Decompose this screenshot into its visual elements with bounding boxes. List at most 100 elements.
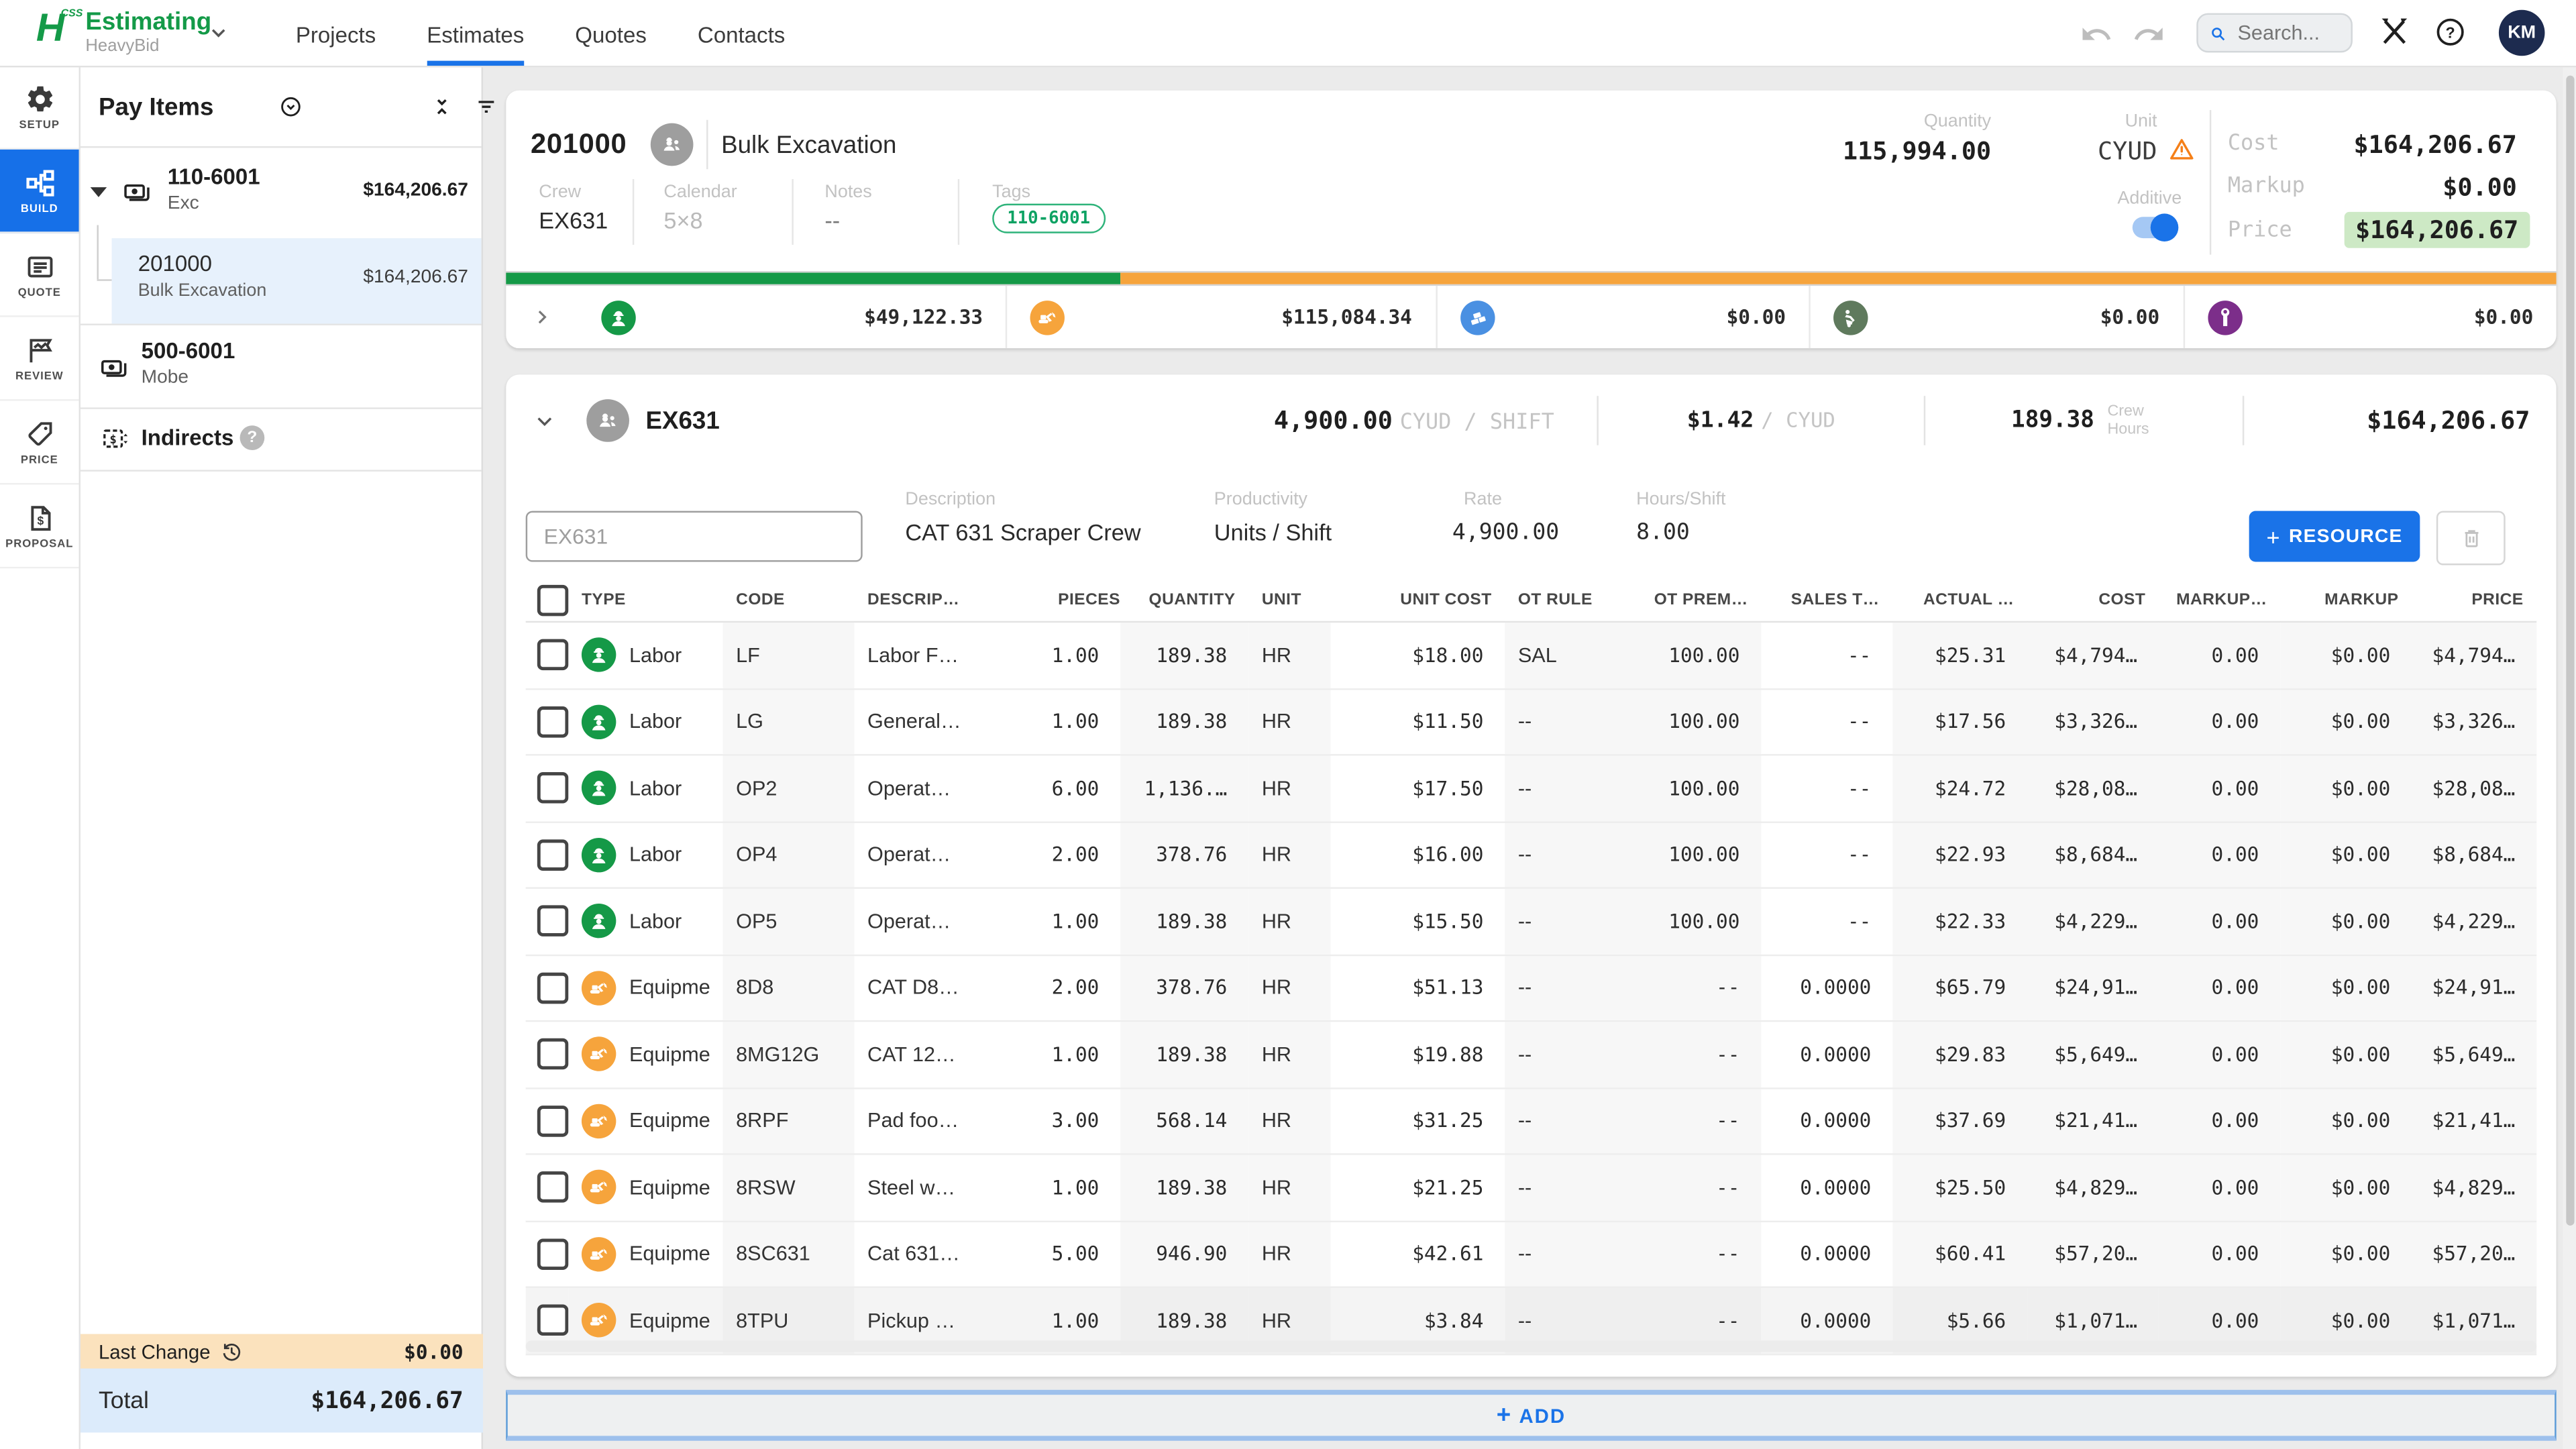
cell-unit_cost[interactable]: $51.13: [1331, 955, 1505, 1020]
cell-type[interactable]: Equipme: [568, 1155, 722, 1220]
cell-ot_prem[interactable]: 100.00: [1610, 623, 1761, 688]
row-checkbox[interactable]: [537, 1305, 569, 1336]
crew-unit-cost[interactable]: $1.42 / CYUD: [1599, 406, 1924, 435]
cell-qty[interactable]: 1,136.…: [1120, 756, 1248, 821]
cell-pieces[interactable]: 1.00: [1045, 689, 1121, 754]
crew-hours[interactable]: 189.38 Crew Hours: [1925, 402, 2243, 439]
cell-unit_cost[interactable]: $17.50: [1331, 756, 1505, 821]
quantity-value[interactable]: 115,994.00: [1662, 136, 1991, 166]
cell-price[interactable]: $4,829…: [2412, 1155, 2536, 1220]
rail-item-quote[interactable]: QUOTE: [0, 233, 79, 317]
column-header[interactable]: SALES T…: [1761, 590, 1892, 608]
cell-markup[interactable]: $0.00: [2280, 955, 2412, 1020]
cell-qty[interactable]: 378.76: [1120, 955, 1248, 1020]
cell-pieces[interactable]: 2.00: [1045, 822, 1121, 888]
cell-cost[interactable]: $57,20…: [2027, 1222, 2159, 1287]
cell-markup[interactable]: $0.00: [2280, 756, 2412, 821]
cell-ot_prem[interactable]: 100.00: [1610, 822, 1761, 888]
cell-code[interactable]: OP5: [723, 889, 855, 954]
cell-pieces[interactable]: 5.00: [1045, 1222, 1121, 1287]
column-header[interactable]: MARKUP…: [2159, 590, 2280, 608]
tag-pill[interactable]: 110-6001: [992, 204, 1105, 233]
crew-avatar-icon[interactable]: [651, 123, 694, 166]
cell-actual[interactable]: $22.93: [1892, 822, 2027, 888]
cell-type[interactable]: Labor: [568, 822, 722, 888]
cell-price[interactable]: $8,684…: [2412, 822, 2536, 888]
cell-cost[interactable]: $4,829…: [2027, 1155, 2159, 1220]
row-checkbox[interactable]: [537, 906, 569, 937]
delete-button[interactable]: [2436, 511, 2506, 566]
cell-sales_tax[interactable]: --: [1761, 822, 1892, 888]
rail-item-review[interactable]: REVIEW: [0, 317, 79, 401]
tools-icon[interactable]: [2377, 15, 2412, 49]
cell-cost[interactable]: $24,91…: [2027, 955, 2159, 1020]
cell-code[interactable]: 8MG12G: [723, 1022, 855, 1087]
cell-sales_tax[interactable]: 0.0000: [1761, 1222, 1892, 1287]
cell-pieces[interactable]: 1.00: [1045, 623, 1121, 688]
cell-unit_cost[interactable]: $31.25: [1331, 1088, 1505, 1153]
cell-type[interactable]: Labor: [568, 756, 722, 821]
cell-price[interactable]: $21,41…: [2412, 1088, 2536, 1153]
column-header[interactable]: UNIT COST: [1331, 590, 1505, 608]
cell-sales_tax[interactable]: --: [1761, 756, 1892, 821]
unit-value[interactable]: CYUD: [1993, 136, 2157, 166]
cell-ot_rule[interactable]: --: [1505, 1022, 1610, 1087]
cell-unit_cost[interactable]: $16.00: [1331, 822, 1505, 888]
category-materials[interactable]: $0.00: [1435, 286, 1809, 348]
nav-tab-contacts[interactable]: Contacts: [698, 0, 785, 66]
collapse-all-icon[interactable]: [431, 95, 453, 118]
column-header[interactable]: PIECES: [1045, 590, 1121, 608]
row-checkbox[interactable]: [537, 1172, 569, 1203]
cell-ot_prem[interactable]: 100.00: [1610, 689, 1761, 754]
column-header[interactable]: OT RULE: [1505, 590, 1610, 608]
cell-ot_prem[interactable]: --: [1610, 1022, 1761, 1087]
row-checkbox[interactable]: [537, 839, 569, 871]
cell-type[interactable]: Equipme: [568, 1088, 722, 1153]
cell-code[interactable]: 8SC631: [723, 1222, 855, 1287]
cell-markup[interactable]: $0.00: [2280, 1155, 2412, 1220]
history-icon[interactable]: [220, 1340, 243, 1362]
undo-icon[interactable]: [2080, 18, 2112, 48]
cell-price[interactable]: $28,08…: [2412, 756, 2536, 821]
vertical-scrollbar[interactable]: [2563, 66, 2576, 1449]
help-badge-icon[interactable]: ?: [240, 425, 265, 450]
category-tools[interactable]: $0.00: [2182, 286, 2556, 348]
cell-desc[interactable]: Operat…: [854, 756, 1044, 821]
cell-pieces[interactable]: 2.00: [1045, 955, 1121, 1020]
category-labor[interactable]: $49,122.33: [578, 286, 1006, 348]
cell-type[interactable]: Labor: [568, 889, 722, 954]
cell-sales_tax[interactable]: --: [1761, 689, 1892, 754]
rate-value[interactable]: 4,900.00: [1452, 519, 1559, 545]
cell-qty[interactable]: 189.38: [1120, 623, 1248, 688]
row-checkbox[interactable]: [537, 706, 569, 737]
cell-sales_tax[interactable]: 0.0000: [1761, 1022, 1892, 1087]
cell-qty[interactable]: 189.38: [1120, 1155, 1248, 1220]
markup-value[interactable]: $0.00: [2228, 172, 2517, 202]
cell-markup[interactable]: $0.00: [2280, 1088, 2412, 1153]
column-header[interactable]: TYPE: [568, 590, 722, 608]
cell-sales_tax[interactable]: --: [1761, 889, 1892, 954]
cell-desc[interactable]: CAT 12…: [854, 1022, 1044, 1087]
cell-unit[interactable]: HR: [1248, 1088, 1330, 1153]
cell-qty[interactable]: 946.90: [1120, 1222, 1248, 1287]
add-resource-button[interactable]: + RESOURCE: [2249, 511, 2420, 562]
description-value[interactable]: CAT 631 Scraper Crew: [905, 519, 1140, 545]
cell-unit_cost[interactable]: $18.00: [1331, 623, 1505, 688]
cell-cost[interactable]: $3,326…: [2027, 689, 2159, 754]
rail-item-price[interactable]: PRICE: [0, 401, 79, 485]
cell-pieces[interactable]: 6.00: [1045, 756, 1121, 821]
cell-markup_pct[interactable]: 0.00: [2159, 1022, 2280, 1087]
cell-ot_rule[interactable]: --: [1505, 1222, 1610, 1287]
cell-ot_prem[interactable]: --: [1610, 1222, 1761, 1287]
category-equipment[interactable]: $115,084.34: [1006, 286, 1435, 348]
cell-desc[interactable]: General…: [854, 689, 1044, 754]
nav-tab-estimates[interactable]: Estimates: [427, 0, 524, 66]
cell-actual[interactable]: $65.79: [1892, 955, 2027, 1020]
notes-value[interactable]: --: [824, 207, 840, 233]
cell-unit[interactable]: HR: [1248, 623, 1330, 688]
cell-actual[interactable]: $24.72: [1892, 756, 2027, 821]
column-header[interactable]: MARKUP: [2280, 590, 2412, 608]
cell-desc[interactable]: Steel w…: [854, 1155, 1044, 1220]
cell-code[interactable]: LG: [723, 689, 855, 754]
cell-markup_pct[interactable]: 0.00: [2159, 1155, 2280, 1220]
